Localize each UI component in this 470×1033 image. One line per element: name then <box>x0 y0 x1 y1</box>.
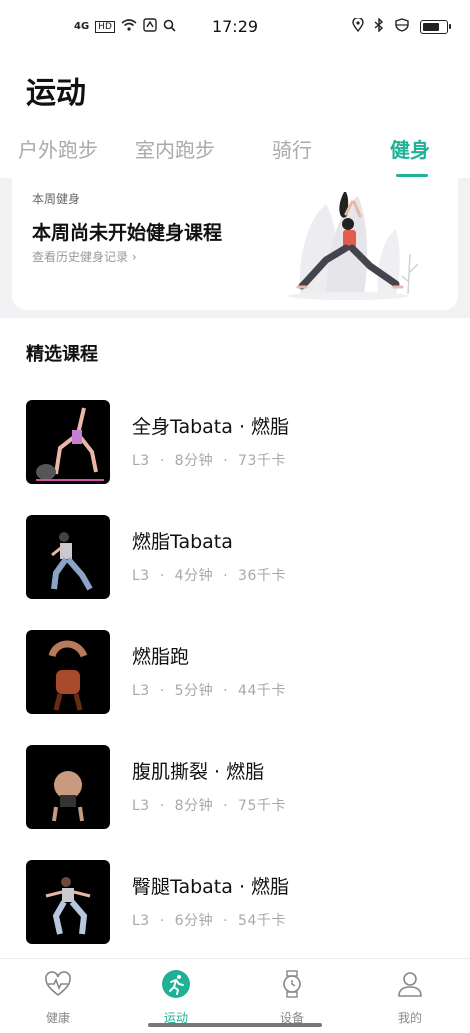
course-thumbnail <box>26 630 110 714</box>
location-icon <box>352 16 364 36</box>
battery-icon <box>420 20 451 34</box>
course-thumbnail <box>26 745 110 829</box>
meta-separator: · <box>159 913 165 929</box>
course-duration: 6分钟 <box>174 913 214 929</box>
week-card-wrapper: 本周健身 本周尚未开始健身课程 查看历史健身记录 › <box>0 178 470 318</box>
course-item[interactable]: 燃脂跑 L3 · 5分钟 · 44千卡 <box>0 630 470 716</box>
active-tab-indicator <box>396 174 428 177</box>
heart-pulse-icon <box>45 971 71 997</box>
course-calories: 36千卡 <box>238 568 286 584</box>
course-meta: L3 · 6分钟 · 54千卡 <box>132 910 286 930</box>
meta-separator: · <box>223 798 229 814</box>
meta-separator: · <box>159 568 165 584</box>
course-item[interactable]: 臀腿Tabata · 燃脂 L3 · 6分钟 · 54千卡 <box>0 860 470 946</box>
course-name: 全身Tabata · 燃脂 <box>132 416 290 438</box>
tab-fitness[interactable]: 健身 <box>390 134 430 163</box>
profile-icon <box>398 972 422 997</box>
course-duration: 4分钟 <box>174 568 214 584</box>
course-meta: L3 · 4分钟 · 36千卡 <box>132 565 286 585</box>
course-thumbnail <box>26 515 110 599</box>
nav-label: 我的 <box>397 1011 422 1025</box>
tab-indoor-run[interactable]: 室内跑步 <box>135 134 215 163</box>
page-title: 运动 <box>26 76 86 111</box>
course-level: L3 <box>132 798 150 814</box>
meta-separator: · <box>223 453 229 469</box>
nav-sport[interactable]: 运动 <box>136 969 216 1026</box>
watch-icon <box>283 970 301 998</box>
course-level: L3 <box>132 453 150 469</box>
yoga-illustration <box>288 192 419 300</box>
history-link[interactable]: 查看历史健身记录 › <box>32 248 137 265</box>
header: 运动 户外跑步 室内跑步 骑行 健身 <box>0 56 470 178</box>
course-duration: 8分钟 <box>174 798 214 814</box>
week-card-title: 本周尚未开始健身课程 <box>32 222 223 244</box>
course-item[interactable]: 燃脂Tabata L3 · 4分钟 · 36千卡 <box>0 515 470 601</box>
meta-separator: · <box>159 683 165 699</box>
course-thumbnail <box>26 860 110 944</box>
meta-separator: · <box>159 453 165 469</box>
vpn-icon <box>394 18 410 36</box>
meta-separator: · <box>223 568 229 584</box>
running-icon <box>162 970 190 998</box>
weekly-fitness-card[interactable]: 本周健身 本周尚未开始健身课程 查看历史健身记录 › <box>12 178 458 310</box>
week-card-label: 本周健身 <box>32 192 81 206</box>
bluetooth-icon <box>374 17 384 36</box>
course-name: 臀腿Tabata · 燃脂 <box>132 876 290 898</box>
course-meta: L3 · 8分钟 · 73千卡 <box>132 450 286 470</box>
meta-separator: · <box>223 913 229 929</box>
course-calories: 73千卡 <box>238 453 286 469</box>
course-calories: 44千卡 <box>238 683 286 699</box>
course-name: 燃脂跑 <box>132 646 190 668</box>
sport-tabs: 户外跑步 室内跑步 骑行 健身 <box>0 130 470 178</box>
nav-label: 健康 <box>45 1011 70 1025</box>
meta-separator: · <box>223 683 229 699</box>
nav-device[interactable]: 设备 <box>252 969 332 1026</box>
tab-outdoor-run[interactable]: 户外跑步 <box>18 134 98 163</box>
tab-cycling[interactable]: 骑行 <box>272 134 312 163</box>
course-level: L3 <box>132 568 150 584</box>
home-indicator[interactable] <box>148 1023 322 1027</box>
course-name: 燃脂Tabata <box>132 531 233 553</box>
course-item[interactable]: 腹肌撕裂 · 燃脂 L3 · 8分钟 · 75千卡 <box>0 745 470 831</box>
featured-courses: 精选课程 全身Tabata · 燃脂 L3 · 8分钟 · 73千卡 燃脂Tab… <box>0 318 470 958</box>
meta-separator: · <box>159 798 165 814</box>
section-title: 精选课程 <box>26 344 98 365</box>
course-level: L3 <box>132 913 150 929</box>
course-thumbnail <box>26 400 110 484</box>
course-duration: 8分钟 <box>174 453 214 469</box>
status-right <box>352 16 451 36</box>
course-meta: L3 · 8分钟 · 75千卡 <box>132 795 286 815</box>
course-level: L3 <box>132 683 150 699</box>
course-calories: 75千卡 <box>238 798 286 814</box>
bottom-nav: 健康 运动 设备 我的 <box>0 958 470 1033</box>
course-meta: L3 · 5分钟 · 44千卡 <box>132 680 286 700</box>
status-bar: 4G HD 17:29 <box>0 0 470 56</box>
course-name: 腹肌撕裂 · 燃脂 <box>132 761 265 783</box>
course-duration: 5分钟 <box>174 683 214 699</box>
course-item[interactable]: 全身Tabata · 燃脂 L3 · 8分钟 · 73千卡 <box>0 400 470 486</box>
nav-profile[interactable]: 我的 <box>370 969 450 1026</box>
course-calories: 54千卡 <box>238 913 286 929</box>
nav-health[interactable]: 健康 <box>18 969 98 1026</box>
